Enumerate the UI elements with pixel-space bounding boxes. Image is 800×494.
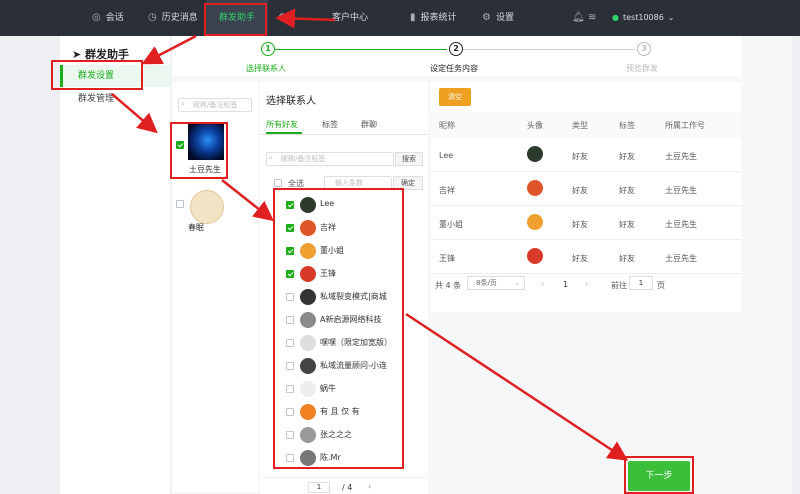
- arrow: [275, 8, 336, 29]
- arrow: [405, 312, 629, 461]
- arrow: [141, 34, 197, 65]
- annotation-arrows: [111, 8, 629, 461]
- arrow: [111, 93, 158, 134]
- arrow: [221, 179, 274, 222]
